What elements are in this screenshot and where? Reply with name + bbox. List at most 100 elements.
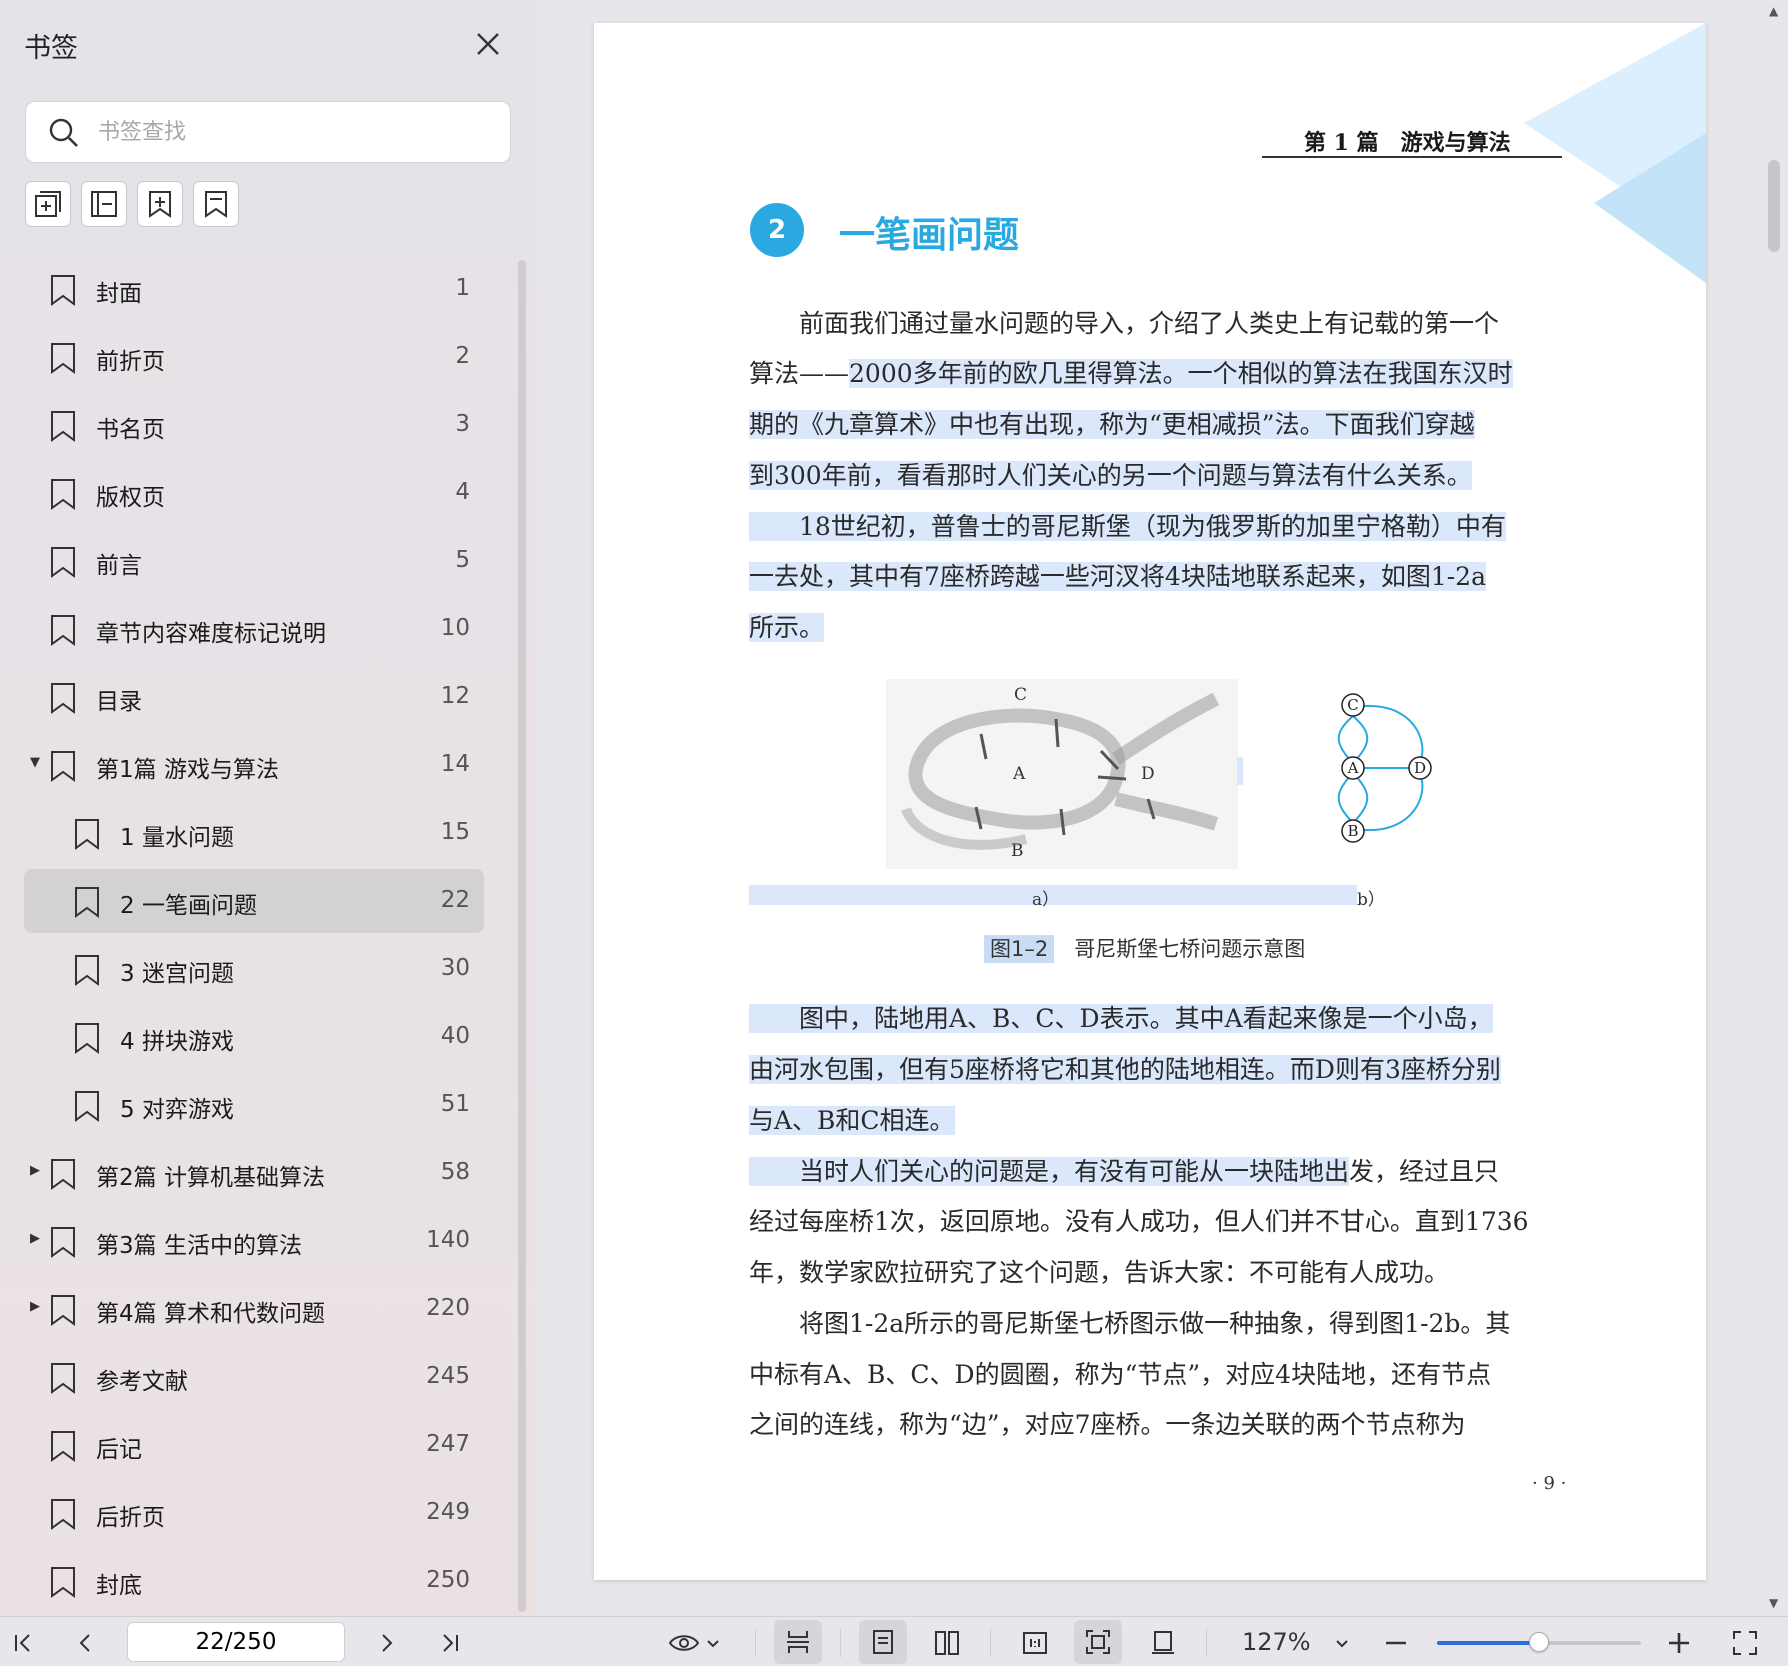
selection-marker [1237, 757, 1243, 785]
single-page-button[interactable] [859, 1620, 907, 1664]
scroll-down-arrow[interactable]: ▼ [1769, 1596, 1778, 1610]
toolbar-divider [1206, 1629, 1207, 1657]
remove-bookmark-button[interactable] [81, 181, 127, 227]
bookmark-icon [75, 1091, 99, 1122]
bottom-toolbar: 127% [0, 1616, 1788, 1666]
bookmark-icon [51, 275, 75, 306]
bookmark-page-number: 247 [426, 1431, 470, 1457]
document-viewport: 第 1 篇 游戏与算法 2 一笔画问题 前面我们通过量水问题的导入，介绍了人类史… [537, 0, 1788, 1616]
bookmark-item[interactable]: 参考文献 245 [24, 1345, 484, 1409]
search-input[interactable] [98, 112, 498, 152]
bookmark-label: 2 一笔画问题 [120, 893, 257, 919]
text-line: 与A、B和C相连。 [749, 1104, 955, 1138]
bookmark-page-button[interactable] [193, 181, 239, 227]
caret-right-icon[interactable]: ▶ [30, 1163, 40, 1178]
text-line: 年，数学家欧拉研究了这个问题，告诉大家：不可能有人成功。 [749, 1256, 1449, 1290]
bookmark-label: 第2篇 计算机基础算法 [96, 1165, 325, 1191]
continuous-scroll-button[interactable] [774, 1620, 822, 1664]
search-box [25, 101, 511, 163]
last-page-button[interactable] [432, 1625, 468, 1661]
bookmark-item[interactable]: ▶ 第4篇 算术和代数问题 220 [24, 1277, 484, 1341]
bookmark-label: 封面 [96, 281, 142, 307]
previous-page-button[interactable] [68, 1625, 104, 1661]
page-number-input[interactable] [127, 1622, 345, 1662]
caption-number: 图1–2 [984, 935, 1055, 963]
bookmark-item[interactable]: 1 量水问题 15 [24, 801, 484, 865]
first-page-button[interactable] [5, 1625, 41, 1661]
text-segment: 前面我们通过量水问题的导入，介绍了人类史上有记载的第一个 [749, 309, 1500, 338]
scroll-up-arrow[interactable]: ▲ [1769, 4, 1778, 18]
zoom-dropdown-button[interactable] [1324, 1625, 1360, 1661]
bookmark-icon [51, 411, 75, 442]
text-line: 18世纪初，普鲁士的哥尼斯堡（现为俄罗斯的加里宁格勒）中有 [749, 510, 1506, 544]
text-line: 所示。 [749, 611, 825, 645]
bookmark-page-number: 4 [455, 479, 470, 505]
bookmark-item[interactable]: 2 一笔画问题 22 [24, 869, 484, 933]
bookmark-item[interactable]: 书名页 3 [24, 393, 484, 457]
page-number: · 9 · [1532, 1473, 1567, 1494]
caret-down-icon[interactable]: ▼ [30, 755, 40, 770]
bookmark-icon [51, 1159, 75, 1190]
bookmark-label: 5 对弈游戏 [120, 1097, 234, 1123]
bookmark-icon [51, 547, 75, 578]
header-rule [1262, 156, 1562, 158]
text-line: 中标有A、B、C、D的圆圈，称为“节点”，对应4块陆地，还有节点 [749, 1358, 1491, 1392]
text-line: 之间的连线，称为“边”，对应7座桥。一条边关联的两个节点称为 [749, 1408, 1465, 1442]
bookmark-page-number: 1 [455, 275, 470, 301]
bookmark-item[interactable]: 版权页 4 [24, 461, 484, 525]
bookmark-label: 章节内容难度标记说明 [96, 621, 326, 647]
bookmark-label: 目录 [96, 689, 142, 715]
text-segment: 之间的连线，称为“边”，对应7座桥。一条边关联的两个节点称为 [749, 1410, 1466, 1439]
zoom-slider-fill [1437, 1641, 1539, 1645]
bookmark-icon [51, 343, 75, 374]
bookmark-item[interactable]: 封面 1 [24, 257, 484, 321]
fullscreen-button[interactable] [1727, 1625, 1763, 1661]
bookmark-item[interactable]: ▼ 第1篇 游戏与算法 14 [24, 733, 484, 797]
bookmark-icon [51, 1567, 75, 1598]
fit-page-button[interactable] [1074, 1620, 1122, 1664]
sidebar-scrollbar[interactable] [518, 260, 526, 1612]
zoom-out-button[interactable] [1378, 1625, 1414, 1661]
page-corner-decoration [1524, 23, 1706, 283]
bookmark-item[interactable]: 章节内容难度标记说明 10 [24, 597, 484, 661]
add-child-bookmark-button[interactable] [25, 181, 71, 227]
bookmark-label: 第3篇 生活中的算法 [96, 1233, 302, 1259]
zoom-in-button[interactable] [1661, 1625, 1697, 1661]
bookmark-item[interactable]: 前言 5 [24, 529, 484, 593]
bookmark-item[interactable]: 后记 247 [24, 1413, 484, 1477]
bookmark-item[interactable]: 目录 12 [24, 665, 484, 729]
two-page-button[interactable] [929, 1625, 965, 1661]
bookmark-label: 1 量水问题 [120, 825, 234, 851]
photo-label-d: D [1141, 764, 1155, 784]
caret-right-icon[interactable]: ▶ [30, 1231, 40, 1246]
bookmark-icon [75, 819, 99, 850]
zoom-level[interactable]: 127% [1242, 1628, 1311, 1656]
graph-node-b: B [1347, 822, 1358, 840]
highlighted-text: 18世纪初，普鲁士的哥尼斯堡（现为俄罗斯的加里宁格勒）中有 [749, 512, 1506, 541]
bookmark-panel: 书签 封面1前折页2书名页3版 [0, 0, 537, 1616]
bookmark-label: 版权页 [96, 485, 165, 511]
bookmark-item[interactable]: ▶ 第3篇 生活中的算法 140 [24, 1209, 484, 1273]
toolbar-divider [755, 1629, 756, 1657]
bookmark-page-number: 40 [440, 1023, 470, 1049]
bookmark-item[interactable]: 前折页 2 [24, 325, 484, 389]
add-bookmark-button[interactable] [137, 181, 183, 227]
caret-right-icon[interactable]: ▶ [30, 1299, 40, 1314]
bookmark-label: 第4篇 算术和代数问题 [96, 1301, 325, 1327]
bookmark-item[interactable]: ▶ 第2篇 计算机基础算法 58 [24, 1141, 484, 1205]
bookmark-item[interactable]: 封底 250 [24, 1549, 484, 1613]
text-line: 一去处，其中有7座桥跨越一些河汊将4块陆地联系起来，如图1-2a [749, 560, 1486, 594]
bookmark-item[interactable]: 后折页 249 [24, 1481, 484, 1545]
fit-width-button[interactable] [1145, 1625, 1181, 1661]
bookmark-item[interactable]: 4 拼块游戏 40 [24, 1005, 484, 1069]
view-mode-dropdown[interactable] [666, 1625, 726, 1661]
next-page-button[interactable] [368, 1625, 404, 1661]
bookmark-item[interactable]: 3 迷宫问题 30 [24, 937, 484, 1001]
first-page-icon [15, 1634, 30, 1652]
bookmark-item[interactable]: 5 对弈游戏 51 [24, 1073, 484, 1137]
document-scrollbar[interactable] [1768, 160, 1780, 252]
zoom-slider-thumb[interactable] [1529, 1632, 1549, 1652]
close-icon[interactable] [470, 26, 506, 62]
text-segment: 将图1-2a所示的哥尼斯堡七桥图示做一种抽象，得到图1-2b。其 [749, 1309, 1511, 1338]
actual-size-button[interactable] [1017, 1625, 1053, 1661]
